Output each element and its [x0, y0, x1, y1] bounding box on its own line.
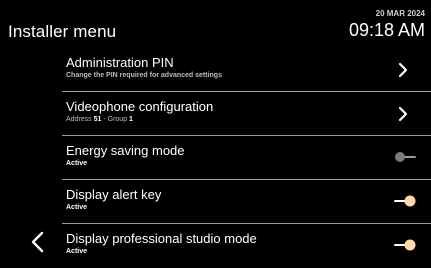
header: Installer menu 20 MAR 2024 09:18 AM	[0, 0, 431, 48]
menu-item-status: Active	[66, 248, 88, 255]
menu-item-display-professional-studio-mode[interactable]: Display professional studio mode Active	[62, 224, 431, 268]
menu-item-title: Administration PIN	[66, 55, 174, 70]
subtitle-address-prefix: Address	[66, 116, 94, 123]
settings-list: Administration PIN Change the PIN requir…	[62, 48, 431, 268]
menu-item-display-alert-key[interactable]: Display alert key Active	[62, 180, 431, 224]
chevron-right-icon[interactable]	[395, 62, 411, 78]
menu-item-subtitle: Address 51 - Group 1	[66, 116, 133, 123]
menu-item-title: Energy saving mode	[66, 143, 185, 158]
subtitle-group-value: 1	[129, 116, 133, 123]
chevron-right-icon[interactable]	[395, 106, 411, 122]
menu-item-energy-saving-mode[interactable]: Energy saving mode Active	[62, 136, 431, 180]
menu-item-administration-pin[interactable]: Administration PIN Change the PIN requir…	[62, 48, 431, 92]
menu-item-title: Display professional studio mode	[66, 231, 257, 246]
toggle-switch-icon[interactable]	[393, 150, 417, 164]
menu-item-status: Active	[66, 160, 88, 167]
chevron-left-icon[interactable]	[28, 230, 48, 254]
menu-item-status: Active	[66, 204, 88, 211]
subtitle-group-prefix: - Group	[101, 116, 130, 123]
menu-item-subtitle: Change the PIN required for advanced set…	[66, 72, 222, 79]
menu-item-videophone-configuration[interactable]: Videophone configuration Address 51 - Gr…	[62, 92, 431, 136]
date-label: 20 MAR 2024	[375, 9, 425, 18]
toggle-switch-icon[interactable]	[393, 238, 417, 252]
toggle-switch-icon[interactable]	[393, 194, 417, 208]
clock-label: 09:18 AM	[348, 20, 425, 40]
menu-item-title: Videophone configuration	[66, 99, 214, 114]
menu-item-title: Display alert key	[66, 187, 162, 202]
page-title: Installer menu	[8, 22, 117, 41]
